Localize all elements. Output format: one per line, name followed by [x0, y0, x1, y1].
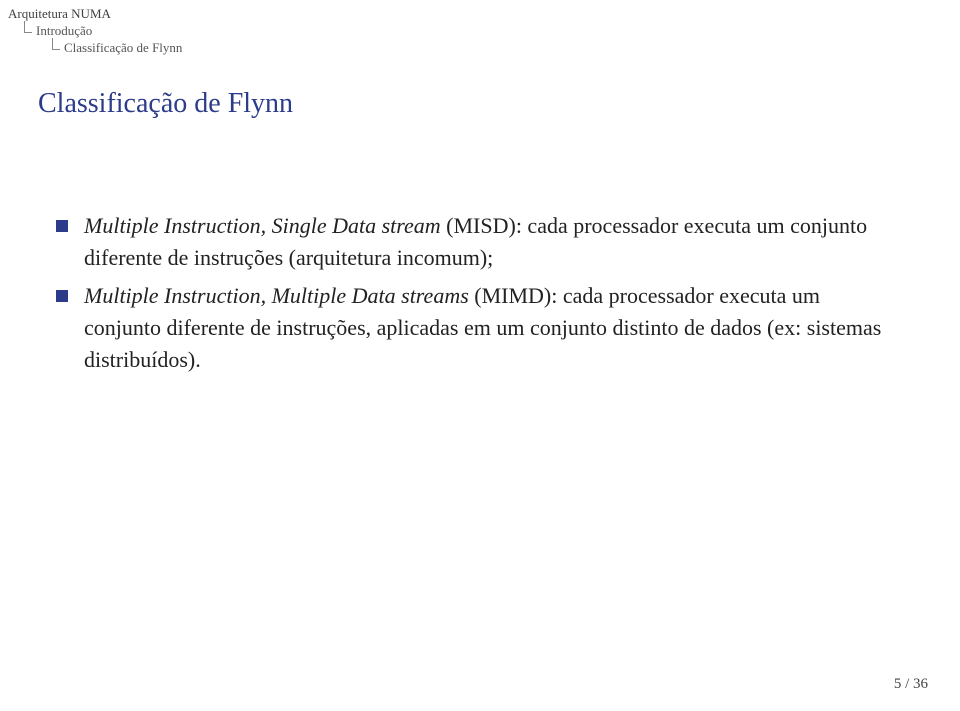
tree-connector-icon [50, 42, 64, 54]
breadcrumb-level3: Classificação de Flynn [64, 40, 182, 57]
slide-title: Classificação de Flynn [38, 88, 293, 120]
breadcrumb: Arquitetura NUMA Introdução Classificaçã… [0, 0, 190, 57]
slide-content: Multiple Instruction, Single Data stream… [56, 210, 900, 381]
slide: Arquitetura NUMA Introdução Classificaçã… [0, 0, 960, 711]
bullet-item: Multiple Instruction, Multiple Data stre… [56, 280, 900, 376]
bullet-item: Multiple Instruction, Single Data stream… [56, 210, 900, 274]
bullet-italic: Multiple Instruction, Multiple Data stre… [84, 283, 469, 308]
bullet-italic: Multiple Instruction, Single Data stream [84, 213, 441, 238]
bullet-list: Multiple Instruction, Single Data stream… [56, 210, 900, 375]
page-number: 5 / 36 [894, 676, 928, 693]
tree-connector-icon [22, 25, 36, 37]
breadcrumb-level2: Introdução [36, 23, 92, 40]
